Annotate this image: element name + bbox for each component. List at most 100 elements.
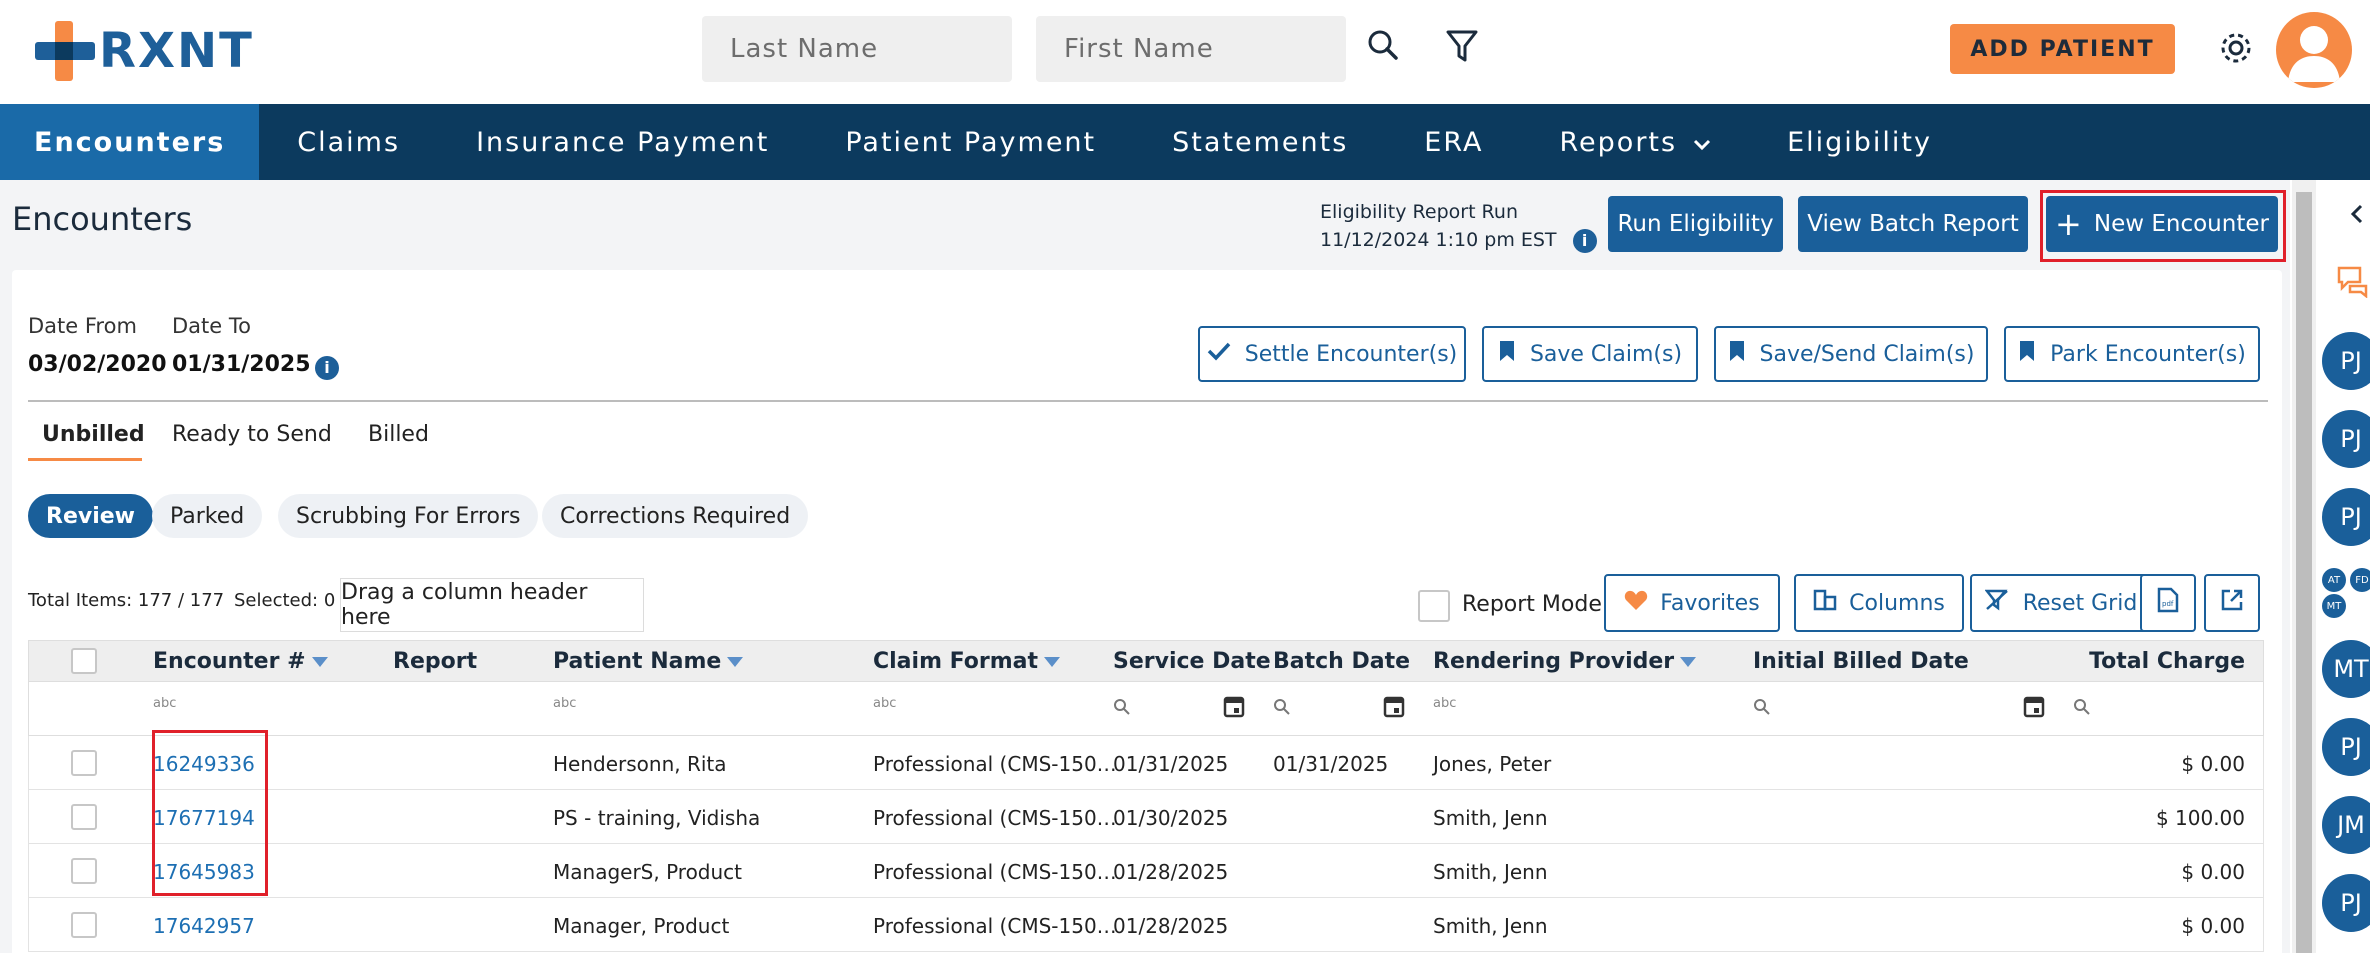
row-checkbox[interactable] bbox=[71, 912, 97, 938]
select-all-checkbox[interactable] bbox=[71, 648, 97, 674]
col-claim-format[interactable]: Claim Format bbox=[873, 649, 1061, 674]
column-filter-icon[interactable] bbox=[1044, 657, 1061, 667]
save-claims-button[interactable]: Save Claim(s) bbox=[1482, 326, 1698, 382]
col-batch-date[interactable]: Batch Date bbox=[1273, 649, 1410, 674]
heart-icon bbox=[1624, 589, 1648, 617]
filter-encounter[interactable]: abc bbox=[153, 696, 176, 711]
add-patient-button[interactable]: ADD PATIENT bbox=[1950, 24, 2175, 74]
patient-name-cell: Hendersonn, Rita bbox=[553, 752, 727, 776]
table-row[interactable]: 17677194 PS - training, Vidisha Professi… bbox=[28, 790, 2264, 844]
logo-text: RXNT bbox=[99, 23, 254, 79]
rail-avatar[interactable]: PJ bbox=[2322, 410, 2370, 468]
col-encounter[interactable]: Encounter # bbox=[153, 649, 328, 674]
col-rendering-provider[interactable]: Rendering Provider bbox=[1433, 649, 1697, 674]
provider-cell: Smith, Jenn bbox=[1433, 860, 1548, 884]
col-patient-name[interactable]: Patient Name bbox=[553, 649, 744, 674]
claim-format-cell: Professional (CMS-150… bbox=[873, 752, 1117, 776]
nav-eligibility[interactable]: Eligibility bbox=[1749, 104, 1970, 180]
row-checkbox[interactable] bbox=[71, 858, 97, 884]
rail-avatar[interactable]: PJ bbox=[2322, 488, 2370, 546]
report-mode-checkbox[interactable] bbox=[1418, 590, 1450, 622]
park-encounters-button[interactable]: Park Encounter(s) bbox=[2004, 326, 2260, 382]
date-to-value[interactable]: 01/31/2025 bbox=[172, 352, 311, 377]
search-icon[interactable] bbox=[1753, 698, 1771, 720]
column-filter-icon[interactable] bbox=[311, 657, 328, 667]
nav-era[interactable]: ERA bbox=[1386, 104, 1521, 180]
gear-icon[interactable] bbox=[2214, 26, 2258, 70]
table-row[interactable]: 17645983 ManagerS, Product Professional … bbox=[28, 844, 2264, 898]
reset-grid-button[interactable]: Reset Grid bbox=[1970, 574, 2152, 632]
row-checkbox[interactable] bbox=[71, 804, 97, 830]
nav-encounters[interactable]: Encounters bbox=[0, 104, 260, 180]
top-header: RXNT ADD PATIENT bbox=[0, 0, 2370, 104]
chevron-left-icon[interactable] bbox=[2350, 204, 2364, 228]
search-icon[interactable] bbox=[1113, 698, 1131, 720]
chat-icon[interactable] bbox=[2336, 264, 2370, 302]
highlight-frame-new-encounter bbox=[2040, 190, 2286, 262]
last-name-input[interactable] bbox=[702, 16, 1012, 82]
tab-unbilled[interactable]: Unbilled bbox=[42, 422, 145, 447]
info-icon[interactable]: i bbox=[1572, 228, 1597, 253]
filter-provider[interactable]: abc bbox=[1433, 696, 1456, 711]
tab-billed[interactable]: Billed bbox=[368, 422, 429, 447]
rail-mini-avatar[interactable]: MT bbox=[2322, 594, 2346, 618]
pill-review[interactable]: Review bbox=[28, 494, 153, 538]
search-icon[interactable] bbox=[1362, 24, 1406, 68]
col-service-date[interactable]: Service Date bbox=[1113, 649, 1271, 674]
encounters-card: Date From 03/02/2020 Date To 01/31/2025 … bbox=[12, 270, 2282, 953]
table-row[interactable]: 16249336 Hendersonn, Rita Professional (… bbox=[28, 736, 2264, 790]
first-name-input[interactable] bbox=[1036, 16, 1346, 82]
filter-patient[interactable]: abc bbox=[553, 696, 576, 711]
rail-avatar[interactable]: PJ bbox=[2322, 718, 2370, 776]
columns-button[interactable]: Columns bbox=[1794, 574, 1964, 632]
favorites-button[interactable]: Favorites bbox=[1604, 574, 1780, 632]
tab-ready-to-send[interactable]: Ready to Send bbox=[172, 422, 332, 447]
rail-avatar[interactable]: MT bbox=[2322, 640, 2370, 698]
table-row[interactable]: 17642957 Manager, Product Professional (… bbox=[28, 898, 2264, 952]
bookmark-icon bbox=[1728, 339, 1746, 369]
encounter-link[interactable]: 17642957 bbox=[153, 914, 255, 938]
settle-encounters-button[interactable]: Settle Encounter(s) bbox=[1198, 326, 1466, 382]
row-checkbox[interactable] bbox=[71, 750, 97, 776]
filter-icon[interactable] bbox=[1440, 24, 1484, 68]
group-drop-zone[interactable]: Drag a column header here bbox=[340, 578, 644, 632]
save-send-claims-button[interactable]: Save/Send Claim(s) bbox=[1714, 326, 1988, 382]
col-report[interactable]: Report bbox=[393, 649, 477, 674]
favorites-label: Favorites bbox=[1660, 590, 1760, 616]
view-batch-report-button[interactable]: View Batch Report bbox=[1798, 196, 2028, 252]
column-filter-icon[interactable] bbox=[1680, 657, 1697, 667]
rail-mini-avatar[interactable]: AT bbox=[2322, 568, 2346, 592]
calendar-icon[interactable] bbox=[2023, 694, 2045, 722]
nav-statements[interactable]: Statements bbox=[1134, 104, 1386, 180]
col-initial-billed-date[interactable]: Initial Billed Date bbox=[1753, 649, 1969, 674]
col-total-charge[interactable]: Total Charge bbox=[2089, 649, 2245, 674]
nav-insurance-payment[interactable]: Insurance Payment bbox=[438, 104, 807, 180]
calendar-icon[interactable] bbox=[1223, 694, 1245, 722]
date-info-icon[interactable]: i bbox=[315, 356, 339, 380]
rail-avatar[interactable]: PJ bbox=[2322, 332, 2370, 390]
rail-avatar[interactable]: JM bbox=[2322, 796, 2370, 854]
search-icon[interactable] bbox=[2073, 698, 2091, 720]
rxnt-logo[interactable]: RXNT bbox=[35, 20, 254, 82]
pill-parked[interactable]: Parked bbox=[152, 494, 263, 538]
filter-format[interactable]: abc bbox=[873, 696, 896, 711]
nav-claims[interactable]: Claims bbox=[259, 104, 438, 180]
export-button[interactable] bbox=[2204, 574, 2260, 632]
rail-mini-avatar[interactable]: FD bbox=[2350, 568, 2370, 592]
user-avatar[interactable] bbox=[2276, 12, 2352, 88]
rail-avatar[interactable]: PJ bbox=[2322, 874, 2370, 932]
date-from-value[interactable]: 03/02/2020 bbox=[28, 352, 167, 377]
nav-patient-payment[interactable]: Patient Payment bbox=[807, 104, 1134, 180]
pill-scrubbing-for-errors[interactable]: Scrubbing For Errors bbox=[278, 494, 539, 538]
scroll-thumb[interactable] bbox=[2296, 192, 2312, 953]
pill-corrections-required[interactable]: Corrections Required bbox=[542, 494, 809, 538]
pdf-export-button[interactable]: pdf bbox=[2140, 574, 2196, 632]
app-root: RXNT ADD PATIENT Encounters Claims Insur… bbox=[0, 0, 2370, 953]
total-charge-cell: $ 0.00 bbox=[2181, 860, 2245, 884]
vertical-scrollbar[interactable] bbox=[2292, 180, 2316, 953]
search-icon[interactable] bbox=[1273, 698, 1291, 720]
nav-reports[interactable]: Reports bbox=[1522, 104, 1750, 180]
run-eligibility-button[interactable]: Run Eligibility bbox=[1608, 196, 1783, 252]
calendar-icon[interactable] bbox=[1383, 694, 1405, 722]
column-filter-icon[interactable] bbox=[727, 657, 744, 667]
